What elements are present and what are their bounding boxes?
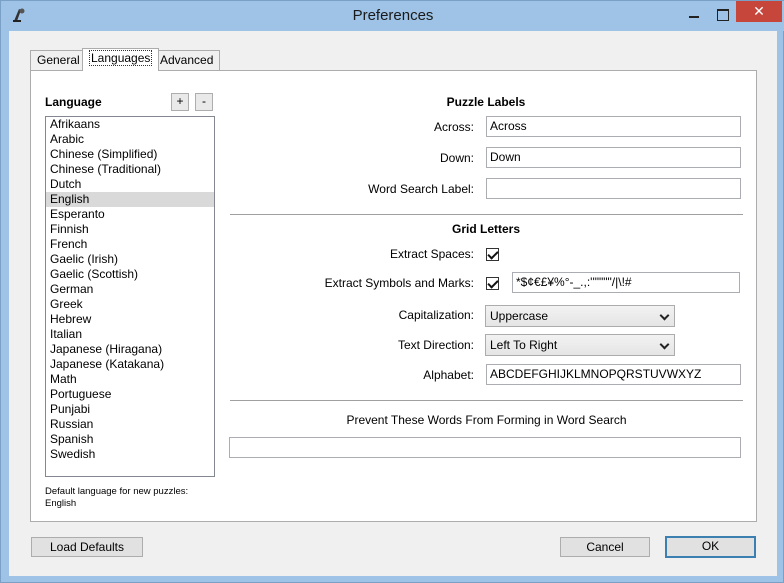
prevent-words-input[interactable] (229, 437, 741, 458)
text-direction-label: Text Direction: (397, 338, 474, 352)
tab-languages-label: Languages (89, 50, 153, 66)
list-item[interactable]: Punjabi (46, 402, 214, 417)
list-item[interactable]: Chinese (Traditional) (46, 162, 214, 177)
list-item[interactable]: Finnish (46, 222, 214, 237)
list-item[interactable]: Gaelic (Scottish) (46, 267, 214, 282)
down-label: Down: (439, 151, 474, 165)
default-language-value: English (45, 498, 77, 509)
default-language-caption: Default language for new puzzles: (45, 486, 189, 497)
language-list[interactable]: Afrikaans Arabic Chinese (Simplified) Ch… (45, 116, 215, 477)
list-item[interactable]: Japanese (Hiragana) (46, 342, 214, 357)
window-title: Preferences (352, 7, 434, 24)
minimize-button[interactable] (681, 5, 707, 23)
list-item[interactable]: Gaelic (Irish) (46, 252, 214, 267)
alphabet-input[interactable]: ABCDEFGHIJKLMNOPQRSTUVWXYZ (486, 364, 741, 385)
extract-spaces-checkbox[interactable] (486, 248, 499, 261)
tab-advanced[interactable]: Advanced (153, 50, 221, 70)
extract-symbols-checkbox[interactable] (486, 277, 499, 290)
word-search-label: Word Search Label: (368, 182, 474, 196)
section-divider (230, 214, 743, 215)
default-language-note: Default language for new puzzles: Englis… (45, 486, 188, 510)
dialog-body: General Languages Advanced Language + - … (9, 31, 777, 576)
list-item[interactable]: Dutch (46, 177, 214, 192)
grid-letters-heading: Grid Letters (451, 222, 520, 236)
across-input[interactable]: Across (486, 116, 741, 137)
puzzle-labels-heading: Puzzle Labels (446, 95, 526, 109)
list-item[interactable]: Arabic (46, 132, 214, 147)
cancel-button[interactable]: Cancel (560, 537, 650, 557)
list-item[interactable]: Chinese (Simplified) (46, 147, 214, 162)
list-item[interactable]: Japanese (Katakana) (46, 357, 214, 372)
maximize-button[interactable] (709, 5, 735, 23)
list-item[interactable]: French (46, 237, 214, 252)
languages-tab-panel: Language + - Afrikaans Arabic Chinese (S… (30, 70, 757, 522)
text-direction-select[interactable]: Left To Right (485, 334, 675, 356)
tab-languages[interactable]: Languages (82, 48, 160, 71)
alphabet-label: Alphabet: (423, 368, 474, 382)
close-button[interactable]: ✕ (736, 1, 782, 22)
list-item[interactable]: Math (46, 372, 214, 387)
capitalization-label: Capitalization: (398, 308, 474, 322)
list-item[interactable]: Swedish (46, 447, 214, 462)
ok-button[interactable]: OK (665, 536, 756, 558)
text-direction-value: Left To Right (490, 338, 558, 352)
tab-general-label: General (37, 53, 80, 67)
list-item[interactable]: Greek (46, 297, 214, 312)
list-item[interactable]: Spanish (46, 432, 214, 447)
prevent-words-label: Prevent These Words From Forming in Word… (346, 413, 627, 427)
list-item-selected[interactable]: English (46, 192, 214, 207)
section-divider (230, 400, 743, 401)
list-item[interactable]: Russian (46, 417, 214, 432)
add-language-button[interactable]: + (171, 93, 189, 111)
load-defaults-button[interactable]: Load Defaults (31, 537, 143, 557)
chevron-down-icon (659, 310, 670, 321)
tab-advanced-label: Advanced (160, 53, 214, 67)
capitalization-select[interactable]: Uppercase (485, 305, 675, 327)
word-search-label-input[interactable] (486, 178, 741, 199)
preferences-window: Preferences ✕ General Languages Advanced… (0, 0, 784, 583)
list-item[interactable]: Italian (46, 327, 214, 342)
across-label: Across: (433, 120, 474, 134)
title-bar[interactable]: Preferences ✕ (1, 1, 784, 31)
chevron-down-icon (659, 339, 670, 350)
list-item[interactable]: Afrikaans (46, 117, 214, 132)
extract-symbols-label: Extract Symbols and Marks: (324, 276, 474, 290)
list-item[interactable]: Hebrew (46, 312, 214, 327)
language-heading: Language (45, 95, 102, 109)
tab-general[interactable]: General (30, 50, 87, 70)
extract-spaces-label: Extract Spaces: (389, 247, 474, 261)
capitalization-value: Uppercase (490, 309, 549, 323)
list-item[interactable]: Esperanto (46, 207, 214, 222)
list-item[interactable]: Portuguese (46, 387, 214, 402)
symbols-input[interactable]: *$¢€£¥%°-_.,:''""""/|\!# (512, 272, 740, 293)
down-input[interactable]: Down (486, 147, 741, 168)
list-item[interactable]: German (46, 282, 214, 297)
remove-language-button[interactable]: - (195, 93, 213, 111)
